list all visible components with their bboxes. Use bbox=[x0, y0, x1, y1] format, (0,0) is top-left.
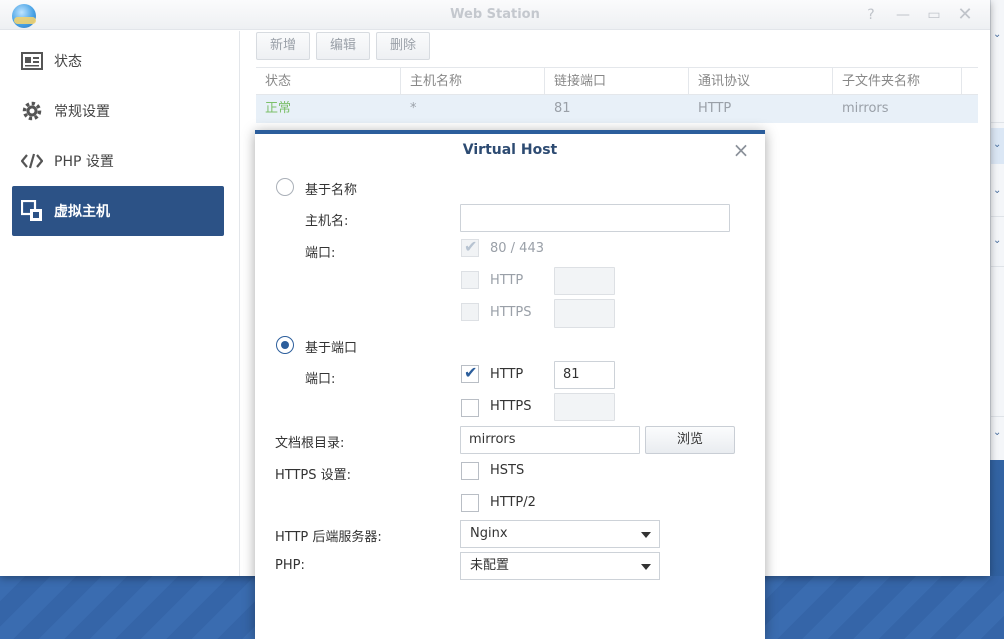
title-bar: Web Station ? — ▭ ✕ bbox=[0, 0, 990, 30]
virtual-host-dialog: Virtual Host × 基于名称 主机名: 端口: ✔ 80 / 443 … bbox=[255, 130, 765, 639]
hsts-checkbox[interactable] bbox=[461, 462, 479, 480]
http2-checkbox[interactable] bbox=[461, 494, 479, 512]
name-https-port-input[interactable] bbox=[554, 299, 615, 328]
minimize-icon[interactable]: — bbox=[894, 6, 912, 24]
http-port-input[interactable]: 81 bbox=[554, 361, 615, 389]
sidebar-item-label: 虚拟主机 bbox=[54, 204, 110, 220]
delete-button[interactable]: 删除 bbox=[376, 32, 430, 60]
sidebar-item-status[interactable]: 状态 bbox=[12, 36, 224, 86]
name-based-label: 基于名称 bbox=[305, 183, 358, 198]
hostname-input[interactable] bbox=[460, 204, 730, 232]
chevron-down-icon: ⌄ bbox=[993, 139, 1002, 150]
chevron-down-icon bbox=[641, 532, 651, 538]
name-based-radio[interactable] bbox=[276, 178, 294, 196]
code-icon bbox=[20, 149, 44, 173]
backend-select-value: Nginx bbox=[470, 526, 508, 541]
status-icon bbox=[20, 49, 44, 73]
cell-folder: mirrors bbox=[842, 101, 889, 116]
https-port-input[interactable] bbox=[554, 393, 615, 421]
chevron-down-icon bbox=[641, 564, 651, 570]
dialog-title: Virtual Host bbox=[462, 142, 558, 158]
window-title: Web Station bbox=[450, 7, 540, 22]
http2-label: HTTP/2 bbox=[490, 495, 536, 510]
sidebar-item-label: 状态 bbox=[54, 54, 82, 70]
port-label: 端口: bbox=[305, 246, 336, 261]
edit-button[interactable]: 编辑 bbox=[316, 32, 370, 60]
name-http-checkbox[interactable] bbox=[461, 271, 479, 289]
name-https-label: HTTPS bbox=[490, 305, 532, 320]
chevron-down-icon: ⌄ bbox=[993, 235, 1002, 246]
cell-port: 81 bbox=[554, 101, 571, 116]
docroot-input[interactable]: mirrors bbox=[460, 426, 640, 454]
hsts-label: HSTS bbox=[490, 463, 525, 478]
table-row[interactable]: 正常 * 81 HTTP mirrors bbox=[256, 95, 978, 123]
table-header: 状态 主机名称 链接端口 通讯协议 子文件夹名称 bbox=[256, 67, 978, 95]
column-header-protocol[interactable]: 通讯协议 bbox=[689, 68, 833, 94]
backend-select[interactable]: Nginx bbox=[460, 520, 660, 548]
backend-label: HTTP 后端服务器: bbox=[275, 530, 382, 545]
sidebar-item-general-settings[interactable]: 常规设置 bbox=[12, 86, 224, 136]
php-select[interactable]: 未配置 bbox=[460, 552, 660, 580]
port-based-radio[interactable] bbox=[276, 336, 294, 354]
hostname-label: 主机名: bbox=[305, 214, 349, 229]
https-checkbox[interactable] bbox=[461, 399, 479, 417]
cell-hostname: * bbox=[410, 101, 417, 116]
http-label: HTTP bbox=[490, 367, 524, 382]
virtual-host-table: 状态 主机名称 链接端口 通讯协议 子文件夹名称 正常 * 81 HTTP mi… bbox=[256, 67, 978, 123]
chevron-down-icon: ⌄ bbox=[993, 29, 1002, 40]
close-icon[interactable]: ✕ bbox=[956, 6, 974, 24]
sidebar-item-php-settings[interactable]: PHP 设置 bbox=[12, 136, 224, 186]
default-port-checkbox[interactable]: ✔ bbox=[461, 238, 479, 257]
gear-icon bbox=[20, 99, 44, 123]
sidebar-item-label: PHP 设置 bbox=[54, 154, 114, 170]
cell-status: 正常 bbox=[265, 101, 292, 116]
background-window-edge: ⌄ ⌄ ⌄ ⌄ ⌄ bbox=[990, 0, 1004, 460]
php-select-value: 未配置 bbox=[470, 558, 510, 573]
https-label: HTTPS bbox=[490, 399, 532, 414]
https-settings-label: HTTPS 设置: bbox=[275, 468, 352, 483]
maximize-icon[interactable]: ▭ bbox=[925, 6, 943, 24]
name-http-label: HTTP bbox=[490, 273, 524, 288]
help-icon[interactable]: ? bbox=[862, 6, 880, 24]
port-based-port-label: 端口: bbox=[305, 372, 336, 387]
new-button[interactable]: 新增 bbox=[256, 32, 310, 60]
browse-button[interactable]: 浏览 bbox=[645, 426, 735, 454]
virtual-host-icon bbox=[20, 199, 44, 223]
port-based-label: 基于端口 bbox=[305, 341, 358, 356]
sidebar: 状态 常规设置 PHP 设置 虚拟主机 bbox=[0, 31, 240, 576]
column-header-folder[interactable]: 子文件夹名称 bbox=[833, 68, 962, 94]
docroot-label: 文档根目录: bbox=[275, 436, 345, 451]
php-label: PHP: bbox=[275, 558, 305, 573]
name-http-port-input[interactable] bbox=[554, 267, 615, 295]
default-port-label: 80 / 443 bbox=[490, 241, 544, 256]
http-checkbox[interactable]: ✔ bbox=[461, 364, 479, 383]
column-header-status[interactable]: 状态 bbox=[256, 68, 401, 94]
name-https-checkbox[interactable] bbox=[461, 303, 479, 321]
column-header-hostname[interactable]: 主机名称 bbox=[401, 68, 545, 94]
cell-protocol: HTTP bbox=[698, 101, 732, 116]
close-icon[interactable]: × bbox=[731, 140, 751, 160]
sidebar-item-label: 常规设置 bbox=[54, 104, 110, 120]
sidebar-item-virtual-host[interactable]: 虚拟主机 bbox=[12, 186, 224, 236]
chevron-down-icon: ⌄ bbox=[993, 427, 1002, 438]
column-header-port[interactable]: 链接端口 bbox=[545, 68, 689, 94]
chevron-down-icon: ⌄ bbox=[993, 185, 1002, 196]
